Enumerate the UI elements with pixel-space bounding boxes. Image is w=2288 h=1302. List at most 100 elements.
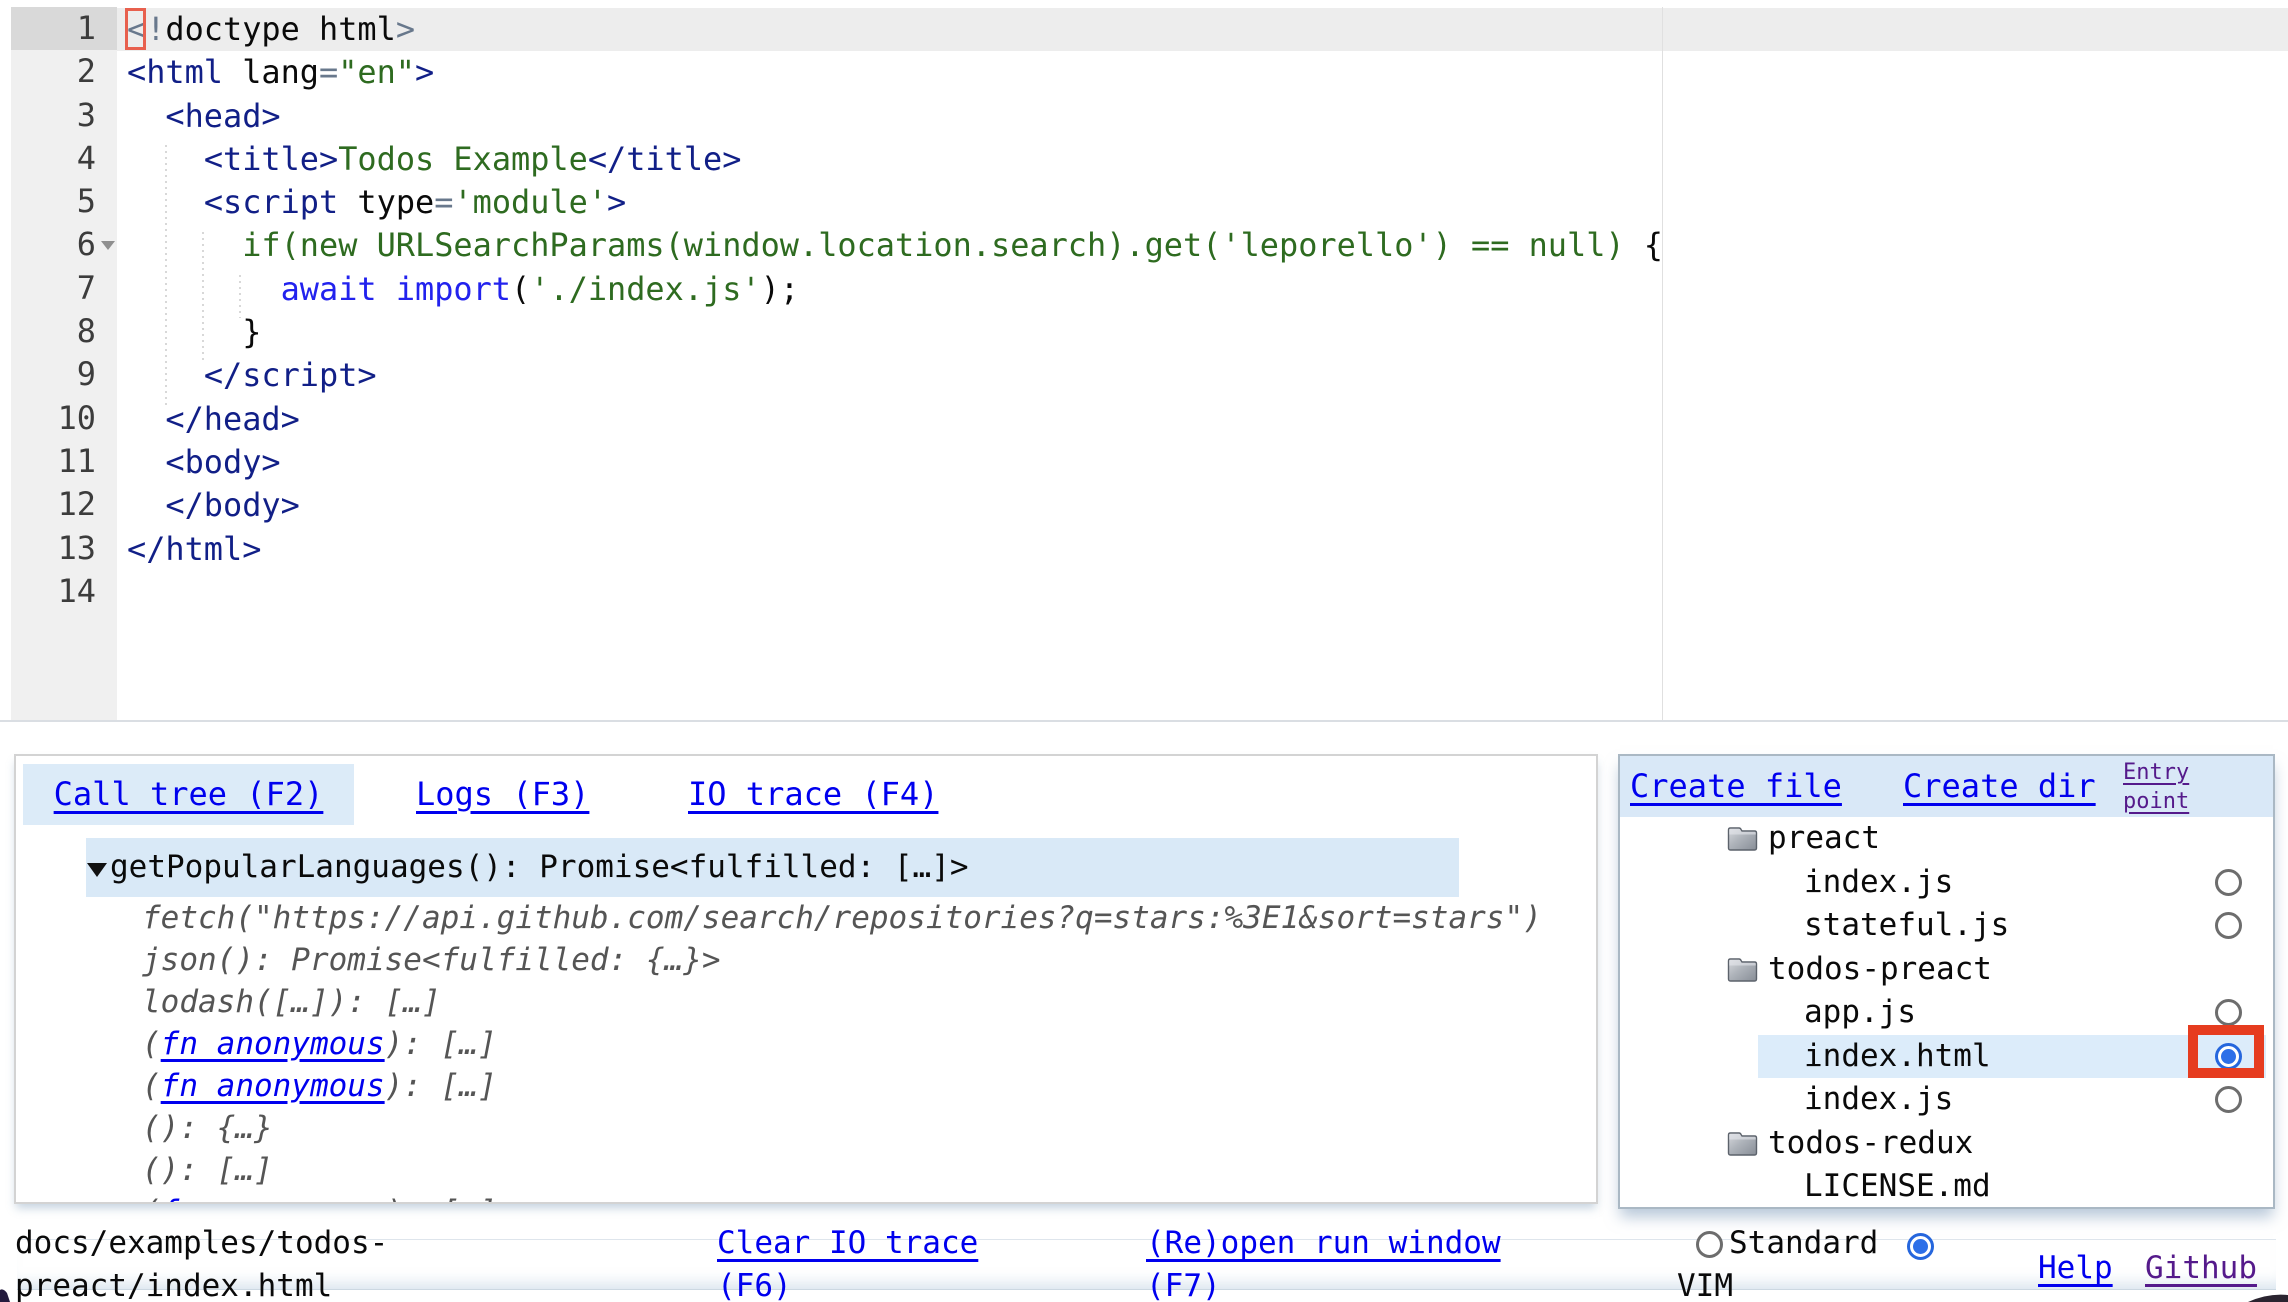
call-tree-row-text: (): […]: [142, 1152, 273, 1188]
reopen-run-window-button[interactable]: (Re)open run window (F7): [1146, 1222, 1516, 1302]
code-line-9[interactable]: </script>: [127, 354, 1663, 397]
keyboard-mode-standard-radio[interactable]: [1696, 1231, 1723, 1258]
code-editor[interactable]: 1234567891011121314 <!doctype html><html…: [0, 7, 2288, 722]
corner-artifact: [2248, 1293, 2288, 1302]
entry-point-radio[interactable]: [2215, 999, 2242, 1026]
code-line-13[interactable]: </html>: [127, 528, 1663, 571]
code-token: >: [607, 183, 626, 221]
file-tree-folder-row[interactable]: todos-preact: [1620, 948, 2273, 992]
gutter-line-number[interactable]: 7: [11, 267, 117, 310]
print-margin-line: [1662, 7, 1663, 720]
gutter-line-number[interactable]: 10: [11, 397, 117, 440]
code-token: [127, 356, 204, 394]
create-dir-button[interactable]: Create dir: [1903, 765, 2096, 808]
call-tree-row-text: ): […]: [385, 1026, 497, 1062]
tab-logs[interactable]: Logs (F3): [416, 764, 589, 825]
code-token: if(new URLSearchParams(window.location.s…: [242, 226, 1624, 264]
code-line-7[interactable]: await import('./index.js');: [127, 268, 1663, 311]
code-line-12[interactable]: </body>: [127, 484, 1663, 527]
file-name[interactable]: preact: [1768, 817, 1880, 861]
call-tree-row[interactable]: (): {…}: [142, 1107, 273, 1149]
file-name[interactable]: LICENSE.md: [1804, 1165, 1991, 1209]
file-name[interactable]: index.html: [1804, 1035, 1991, 1079]
code-token: </html>: [127, 530, 261, 568]
file-name[interactable]: index.js: [1804, 1078, 1953, 1122]
code-token: </script>: [204, 356, 377, 394]
file-name[interactable]: todos-redux: [1768, 1122, 1973, 1166]
code-line-2[interactable]: <html lang="en">: [127, 51, 1663, 94]
create-file-button[interactable]: Create file: [1630, 765, 1842, 808]
gutter-line-number[interactable]: 2: [11, 50, 117, 93]
gutter-line-number[interactable]: 9: [11, 353, 117, 396]
call-tree-row[interactable]: fetch("https://api.github.com/search/rep…: [142, 897, 1542, 939]
tab-call-tree[interactable]: Call tree (F2): [23, 764, 354, 825]
github-link[interactable]: Github: [2145, 1247, 2257, 1290]
call-tree-row[interactable]: json(): Promise<fulfilled: {…}>: [142, 939, 721, 981]
file-tree-file-row[interactable]: index.js: [1620, 861, 2273, 905]
anonymous-fn-link[interactable]: fn anonymous: [161, 1068, 385, 1104]
file-tree-folder-row[interactable]: todos-redux: [1620, 1122, 2273, 1166]
help-link[interactable]: Help: [2038, 1247, 2113, 1290]
code-lines: <!doctype html><html lang="en"> <head> <…: [127, 8, 1663, 614]
keyboard-mode-vim-label: VIM: [1677, 1265, 1733, 1302]
collapse-triangle-icon[interactable]: [87, 863, 107, 877]
code-line-11[interactable]: <body>: [127, 441, 1663, 484]
gutter-line-number[interactable]: 3: [11, 94, 117, 137]
file-tree-file-row[interactable]: LICENSE.md: [1620, 1165, 2273, 1209]
file-name[interactable]: app.js: [1804, 991, 1916, 1035]
file-tree: preactindex.jsstateful.jstodos-preactapp…: [1620, 817, 2273, 1207]
code-token: </body>: [165, 486, 299, 524]
call-tree-row[interactable]: (fn anonymous): […]: [142, 1065, 497, 1107]
fold-toggle-icon[interactable]: [101, 241, 115, 250]
code-line-10[interactable]: </head>: [127, 398, 1663, 441]
gutter-line-number[interactable]: 12: [11, 483, 117, 526]
keyboard-mode-vim-radio[interactable]: [1907, 1233, 1934, 1260]
file-tree-file-row[interactable]: index.html: [1620, 1035, 2273, 1079]
tab-io-trace[interactable]: IO trace (F4): [688, 764, 938, 825]
gutter-line-number[interactable]: 11: [11, 440, 117, 483]
code-line-6[interactable]: if(new URLSearchParams(window.location.s…: [127, 224, 1663, 267]
call-tree-row[interactable]: lodash([…]): […]: [142, 981, 441, 1023]
code-line-5[interactable]: <script type='module'>: [127, 181, 1663, 224]
entry-point-radio[interactable]: [2215, 1086, 2242, 1113]
code-line-1[interactable]: <!doctype html>: [127, 8, 1663, 51]
gutter-line-number[interactable]: 5: [11, 180, 117, 223]
code-token: </title>: [588, 140, 742, 178]
code-token: [127, 400, 165, 438]
call-tree-selected-row[interactable]: getPopularLanguages(): Promise<fulfilled…: [86, 838, 1459, 897]
file-tree-file-row[interactable]: stateful.js: [1620, 904, 2273, 948]
entry-point-radio[interactable]: [2215, 869, 2242, 896]
files-panel-header: Create file Create dir Entry point: [1620, 756, 2273, 817]
code-token: [127, 226, 242, 264]
gutter-line-number[interactable]: 8: [11, 310, 117, 353]
call-tree-row[interactable]: (): […]: [142, 1149, 273, 1191]
code-token: <head>: [165, 97, 280, 135]
file-tree-file-row[interactable]: index.js: [1620, 1078, 2273, 1122]
file-name[interactable]: todos-preact: [1768, 948, 1992, 992]
anonymous-fn-link[interactable]: fn anonymous: [161, 1026, 385, 1062]
file-tree-file-row[interactable]: app.js: [1620, 991, 2273, 1035]
editor-code-area[interactable]: <!doctype html><html lang="en"> <head> <…: [117, 7, 2288, 720]
code-line-3[interactable]: <head>: [127, 95, 1663, 138]
call-tree-row-text: (): {…}: [142, 1110, 273, 1146]
code-line-4[interactable]: <title>Todos Example</title>: [127, 138, 1663, 181]
gutter-line-number[interactable]: 6: [11, 223, 117, 266]
calltree-panel: Call tree (F2) Logs (F3) IO trace (F4) g…: [14, 754, 1598, 1204]
file-name[interactable]: stateful.js: [1804, 904, 2009, 948]
code-line-14[interactable]: [127, 571, 1663, 614]
gutter-line-number[interactable]: 14: [11, 570, 117, 613]
code-token: =: [434, 183, 453, 221]
call-tree-row[interactable]: (fn anonymous): […]: [142, 1023, 497, 1065]
gutter-line-number[interactable]: 4: [11, 137, 117, 180]
file-tree-folder-row[interactable]: preact: [1620, 817, 2273, 861]
code-line-8[interactable]: }: [127, 311, 1663, 354]
entry-point-radio[interactable]: [2215, 912, 2242, 939]
anonymous-fn-link[interactable]: fn anonymous: [161, 1194, 385, 1202]
clear-io-trace-button[interactable]: Clear IO trace (F6): [717, 1222, 1012, 1302]
gutter-line-number[interactable]: 1: [11, 7, 117, 50]
call-tree-row[interactable]: (fn anonymous): […]: [142, 1191, 497, 1202]
file-name[interactable]: index.js: [1804, 861, 1953, 905]
gutter-line-number[interactable]: 13: [11, 527, 117, 570]
entry-point-column-label[interactable]: Entry point: [2123, 758, 2215, 816]
editor-gutter: 1234567891011121314: [11, 7, 117, 720]
